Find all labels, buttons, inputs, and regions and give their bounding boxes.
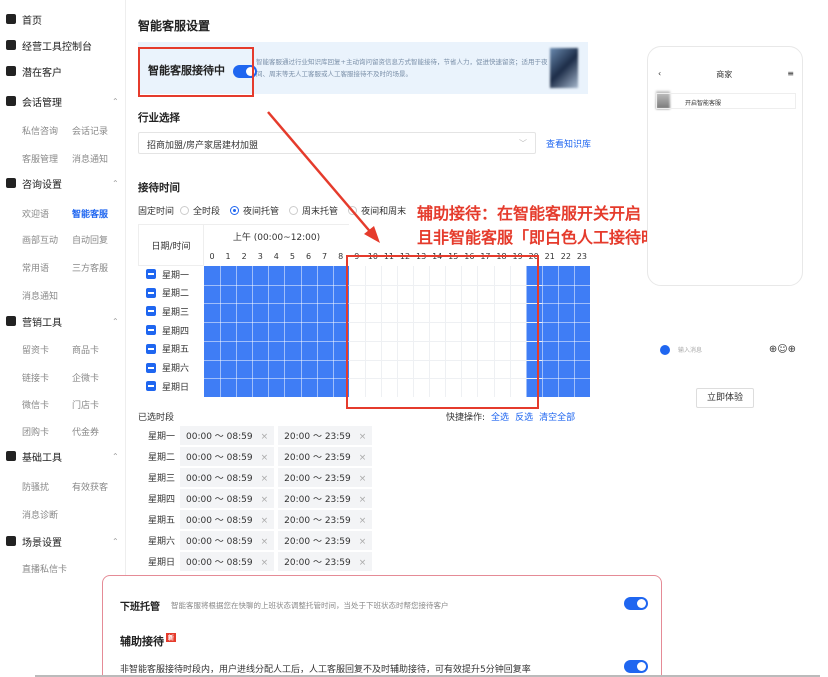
phone-title: 商家 <box>716 70 733 79</box>
offduty-title: 下班托管 <box>120 602 160 613</box>
assist-toggle[interactable] <box>624 660 648 673</box>
assist-title: 辅助接待新 <box>120 633 177 648</box>
camera-icon[interactable] <box>660 344 670 355</box>
phone-header: ‹ 商家 ≡ <box>658 69 794 80</box>
back-icon[interactable]: ‹ <box>658 69 661 80</box>
bottom-settings-panel: 下班托管 智能客服将根据您在快聊的上班状态调整托管时间，当处于下班状态时帮您接待… <box>102 575 662 677</box>
emoji-icons[interactable]: ⊕☺⊕ <box>769 344 796 355</box>
phone-preview: ‹ 商家 ≡ 开启智能客服 <box>647 46 803 286</box>
try-now-button[interactable]: 立即体验 <box>696 388 754 408</box>
offduty-desc: 智能客服将根据您在快聊的上班状态调整托管时间，当处于下班状态时帮您接待客户 <box>171 601 449 610</box>
menu-icon[interactable]: ≡ <box>787 69 794 80</box>
new-badge: 新 <box>166 633 177 642</box>
phone-message: 开启智能客服 <box>656 93 796 109</box>
phone-input[interactable]: 输入消息 ⊕☺⊕ <box>660 344 796 355</box>
offduty-toggle[interactable] <box>624 597 648 610</box>
assist-desc: 非智能客服接待时段内，用户进线分配人工后，人工客服回复不及时辅助接待，可有效提升… <box>120 665 531 675</box>
annotation-line1: 辅助接待：在智能客服开关开启 <box>417 204 642 223</box>
